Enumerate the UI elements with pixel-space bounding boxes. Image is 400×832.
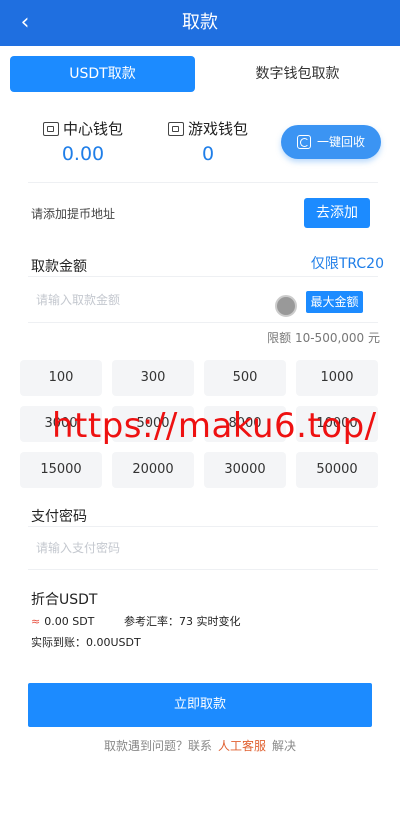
help-suffix: 解决 <box>272 739 297 753</box>
quick-amount-chip[interactable]: 300 <box>112 360 194 396</box>
customer-service-link[interactable]: 人工客服 <box>218 739 266 753</box>
quick-amount-chip[interactable]: 1000 <box>296 360 378 396</box>
max-amount-button[interactable]: 最大金额 <box>306 291 363 313</box>
usdt-rate: 参考汇率：73 实时变化 <box>124 615 241 628</box>
one-click-recycle-button[interactable]: 一键回收 <box>281 125 381 159</box>
refresh-icon <box>296 135 311 149</box>
tab-usdt[interactable]: USDT取款 <box>10 56 195 92</box>
password-input[interactable]: 请输入支付密码 <box>36 540 120 556</box>
amount-input[interactable]: 请输入取款金额 <box>36 292 120 308</box>
header: ‹ 取款 <box>0 0 400 46</box>
usdt-title: 折合USDT <box>31 592 98 608</box>
quick-amount-chip[interactable]: 3000 <box>20 406 102 442</box>
divider <box>28 569 378 570</box>
quick-amount-chip[interactable]: 500 <box>204 360 286 396</box>
divider <box>28 526 378 527</box>
withdraw-now-button[interactable]: 立即取款 <box>28 683 372 727</box>
usdt-actual: 实际到账：0.00USDT <box>31 636 141 649</box>
divider <box>28 182 378 183</box>
quick-amount-chip[interactable]: 5000 <box>112 406 194 442</box>
center-wallet-amount: 0.00 <box>61 143 105 165</box>
amount-limit: 限额 10-500,000 元 <box>267 331 380 345</box>
amount-label: 取款金额 <box>31 259 87 275</box>
quick-amount-chip[interactable]: 20000 <box>112 452 194 488</box>
center-wallet: 中心钱包 0.00 <box>23 118 143 167</box>
add-address-button[interactable]: 去添加 <box>304 198 370 228</box>
game-wallet-name: 游戏钱包 <box>148 118 268 140</box>
quick-amount-chip[interactable]: 100 <box>20 360 102 396</box>
tab-digital-wallet[interactable]: 数字钱包取款 <box>205 56 390 92</box>
toggle-dot[interactable] <box>275 295 297 317</box>
password-label: 支付密码 <box>31 509 87 525</box>
center-wallet-name: 中心钱包 <box>23 118 143 140</box>
address-prompt: 请添加提币地址 <box>31 207 116 221</box>
withdraw-tabs: USDT取款 数字钱包取款 <box>0 56 400 92</box>
usdt-approx: ≈0.00 SDT <box>31 615 95 628</box>
game-wallet-amount: 0 <box>201 143 215 165</box>
divider <box>28 322 378 323</box>
wallet-icon <box>42 122 59 136</box>
quick-amount-chip[interactable]: 50000 <box>296 452 378 488</box>
trc20-note: 仅限TRC20 <box>310 256 384 272</box>
page-title: 取款 <box>182 12 218 33</box>
divider <box>28 276 378 277</box>
quick-amount-chip[interactable]: 10000 <box>296 406 378 442</box>
help-line: 取款遇到问题？联系 人工客服 解决 <box>0 738 400 754</box>
quick-amount-chip[interactable]: 8000 <box>204 406 286 442</box>
quick-amount-chip[interactable]: 30000 <box>204 452 286 488</box>
game-wallet: 游戏钱包 0 <box>148 118 268 167</box>
help-prefix: 取款遇到问题？联系 <box>103 739 212 753</box>
quick-amount-chip[interactable]: 15000 <box>20 452 102 488</box>
wallet-icon <box>167 122 184 136</box>
